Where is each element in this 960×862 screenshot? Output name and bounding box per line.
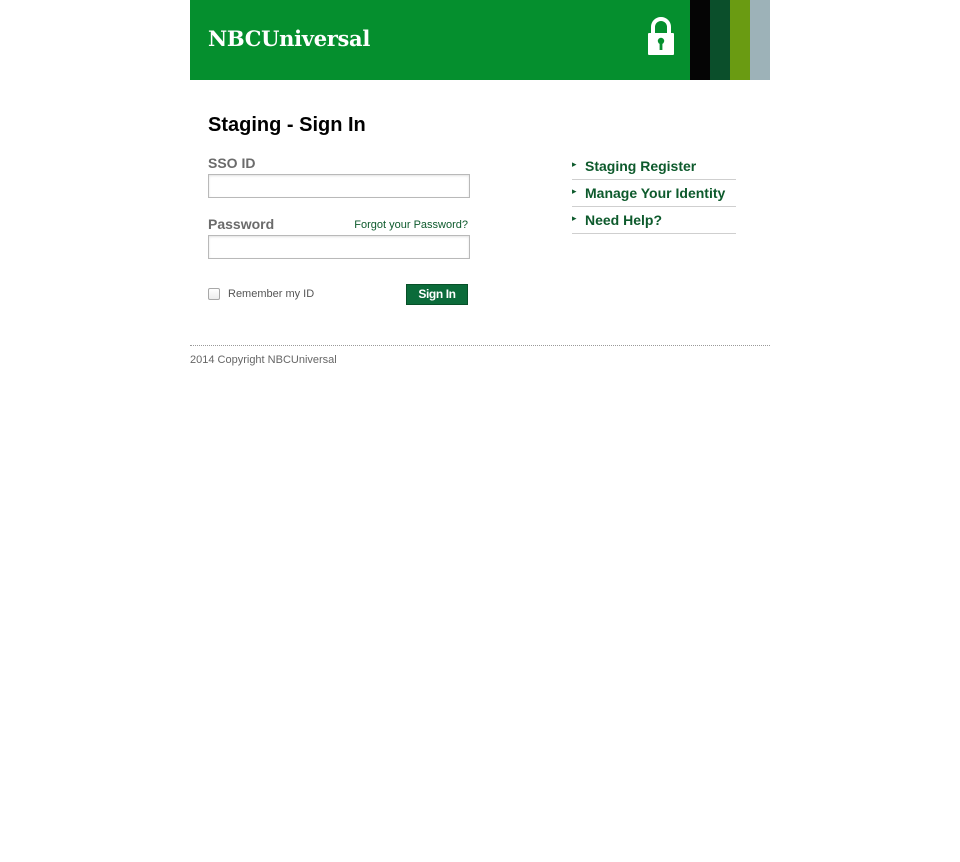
side-link-label: Need Help? <box>585 212 663 228</box>
header-stripe-lime <box>730 0 750 80</box>
side-link-need-help[interactable]: ▸ Need Help? <box>572 207 736 234</box>
header-stripe-black <box>690 0 710 80</box>
forgot-password-link[interactable]: Forgot your Password? <box>353 219 468 231</box>
copyright-text: 2014 Copyright NBCUniversal <box>190 354 337 366</box>
chevron-right-icon: ▸ <box>572 186 577 196</box>
side-link-staging-register[interactable]: ▸ Staging Register <box>572 153 736 180</box>
remember-id-checkbox[interactable] <box>208 288 220 300</box>
side-link-manage-identity[interactable]: ▸ Manage Your Identity <box>572 180 736 207</box>
chevron-right-icon: ▸ <box>572 213 577 223</box>
nbcuniversal-logo: NBCUniversal <box>208 26 371 51</box>
footer-divider <box>190 345 770 346</box>
side-link-label: Manage Your Identity <box>585 185 726 201</box>
remember-id-label: Remember my ID <box>228 288 315 300</box>
password-field[interactable] <box>208 235 470 259</box>
password-label: Password <box>208 216 275 232</box>
lock-icon <box>648 17 674 55</box>
header-stripe-grey <box>750 0 770 80</box>
header-banner: NBCUniversal <box>190 0 770 80</box>
page-title: Staging - Sign In <box>208 114 366 136</box>
chevron-right-icon: ▸ <box>572 159 577 169</box>
side-link-label: Staging Register <box>585 158 697 174</box>
sso-id-field[interactable] <box>208 174 470 198</box>
sso-id-label: SSO ID <box>208 155 256 171</box>
side-links: ▸ Staging Register ▸ Manage Your Identit… <box>572 153 736 234</box>
sign-in-button[interactable]: Sign In <box>406 284 468 305</box>
header-stripe-dark-green <box>710 0 730 80</box>
